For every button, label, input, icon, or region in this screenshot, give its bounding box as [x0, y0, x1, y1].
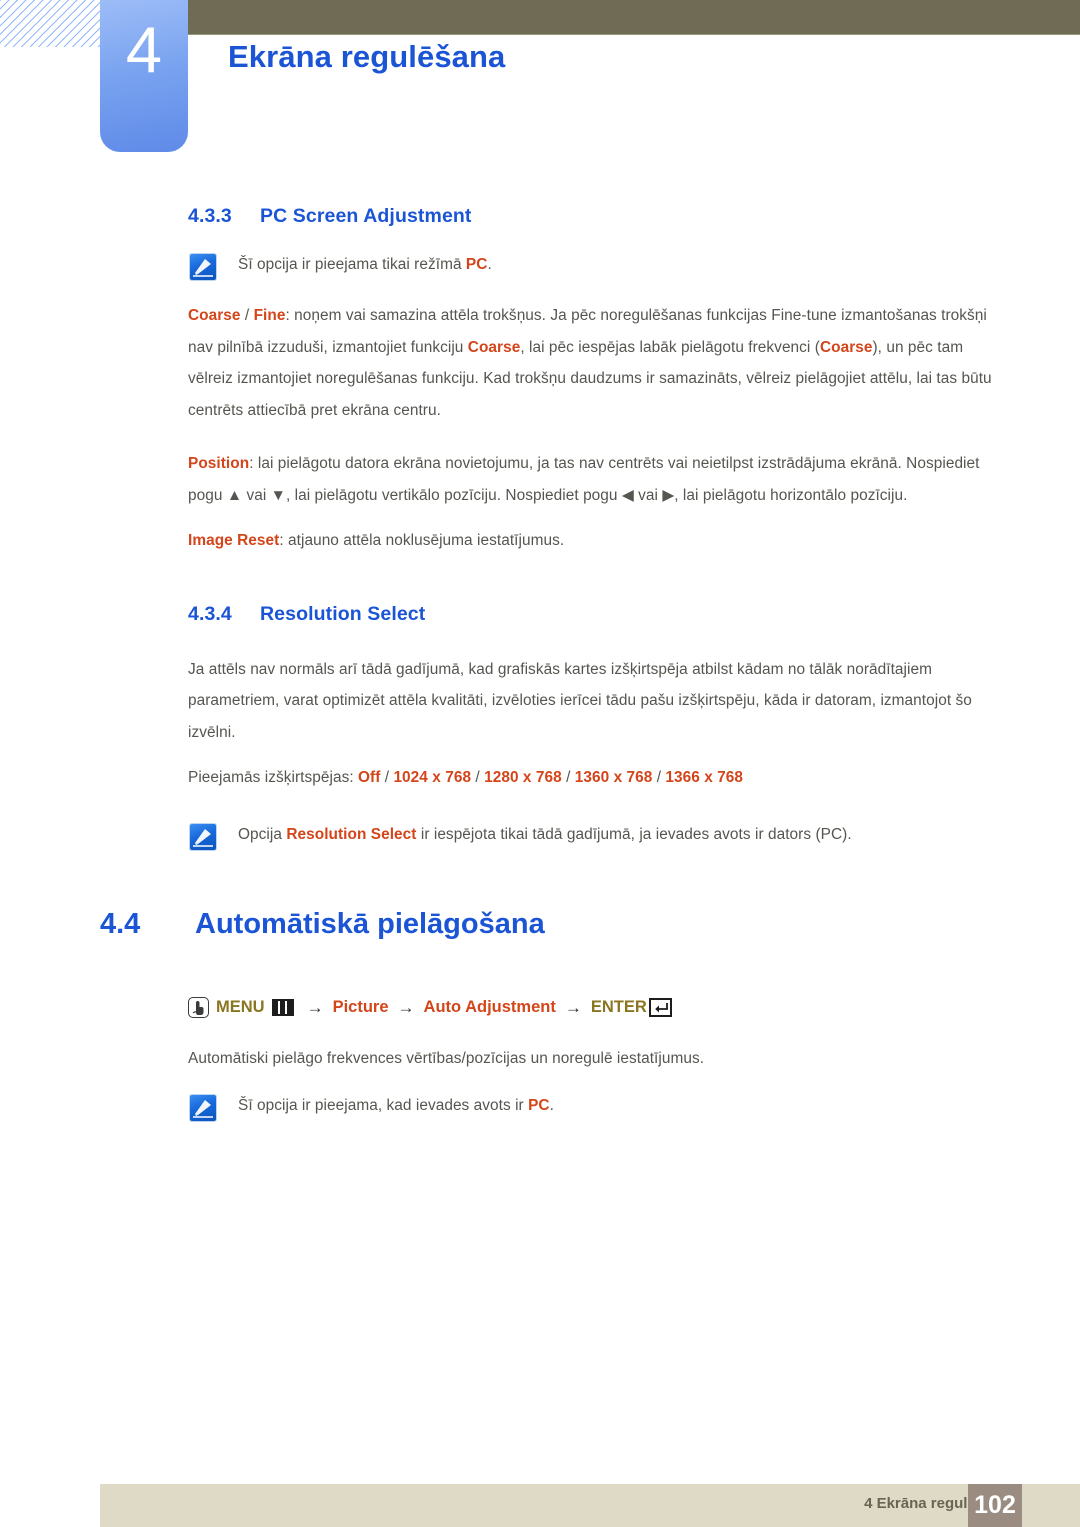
resolution-option: Off	[358, 769, 381, 786]
position-body-5: , lai pielāgotu horizontālo pozīciju.	[674, 486, 908, 504]
resolution-option-separator: /	[561, 769, 575, 786]
note-resolution-select-text: Opcija Resolution Select ir iespējota ti…	[238, 822, 852, 848]
note3-pre: Šī opcija ir pieejama, kad ievades avots…	[238, 1097, 529, 1114]
page-content: 4.3.3 PC Screen Adjustment Šī opcija ir p…	[188, 205, 998, 850]
section-heading-434: 4.3.4 Resolution Select	[188, 603, 998, 626]
note-pc-mode-only: Šī opcija ir pieejama tikai režīmā PC.	[188, 252, 998, 280]
breadcrumb-item-auto-adjustment: Auto Adjustment	[423, 998, 556, 1016]
note2-pre: Opcija	[238, 825, 287, 843]
menu-breadcrumb: MENU → Picture → Auto Adjustment → ENTER	[188, 997, 672, 1018]
section-title-434: Resolution Select	[260, 602, 426, 625]
section-title-433: PC Screen Adjustment	[260, 205, 472, 227]
note3-accent: PC	[528, 1097, 550, 1114]
chapter-number: 4	[125, 13, 163, 86]
auto-adjustment-text: Automātiski pielāgo frekvences vērtības/…	[188, 1050, 705, 1067]
note-pen-icon	[190, 1095, 216, 1121]
coarse-fine-sep: /	[240, 307, 254, 324]
note-pen-icon	[190, 823, 216, 850]
note2-accent: Resolution Select	[286, 825, 417, 843]
resolution-options-label: Pieejamās izšķirtspējas:	[188, 769, 359, 786]
section-number-44: 4.4	[100, 908, 141, 940]
breadcrumb-arrow-3: →	[564, 997, 582, 1017]
note3-post: .	[549, 1097, 554, 1114]
resolution-option: 1366 x 768	[665, 769, 744, 786]
term-fine: Fine	[253, 307, 286, 324]
position-body-3: , lai pielāgotu vertikālo pozīciju. Nosp…	[285, 486, 622, 504]
section-number-434: 4.3.4	[188, 602, 232, 625]
note1-pre: Šī opcija ir pieejama tikai režīmā	[238, 256, 466, 273]
arrow-right-glyph: ▶	[662, 486, 675, 504]
note-pc-mode-only-text: Šī opcija ir pieejama tikai režīmā PC.	[238, 252, 492, 278]
paragraph-resolution-intro: Ja attēls nav normāls arī tādā gadījumā,…	[188, 654, 998, 749]
note1-accent: PC	[465, 256, 488, 273]
paragraph-coarse-fine: Coarse / Fine: noņem vai samazina attēla…	[188, 300, 998, 426]
arrow-up-glyph: ▲	[226, 486, 243, 504]
resolution-option: 1280 x 768	[484, 769, 562, 786]
hand-press-icon	[188, 997, 209, 1018]
enter-key-icon	[648, 998, 672, 1017]
section-heading-44: 4.4 Automātiskā pielāgošana	[100, 908, 545, 941]
resolution-option-separator: /	[471, 769, 485, 786]
resolution-options-list: Off / 1024 x 768 / 1280 x 768 / 1360 x 7…	[358, 769, 743, 786]
note1-post: .	[487, 256, 492, 273]
chapter-title: Ekrāna regulēšana	[228, 39, 506, 74]
term-coarse-3: Coarse	[819, 338, 873, 356]
position-body-4: vai	[633, 486, 663, 504]
resolution-option-separator: /	[652, 769, 666, 786]
breadcrumb-arrow-1: →	[306, 997, 324, 1017]
paragraph-auto-adjustment: Automātiski pielāgo frekvences vērtības/…	[188, 1043, 998, 1075]
resolution-option: 1360 x 768	[574, 769, 653, 786]
note-auto-adjustment-pc: Šī opcija ir pieejama, kad ievades avots…	[188, 1093, 998, 1121]
breadcrumb-menu-label: MENU	[216, 998, 265, 1016]
breadcrumb-item-picture: Picture	[332, 998, 389, 1016]
chapter-tab: 4	[100, 0, 188, 152]
paragraph-resolution-options: Pieejamās izšķirtspējas: Off / 1024 x 76…	[188, 762, 998, 794]
resolution-intro-text: Ja attēls nav normāls arī tādā gadījumā,…	[188, 660, 972, 741]
image-reset-body: : atjauno attēla noklusējuma iestatījumu…	[279, 532, 565, 549]
resolution-option: 1024 x 768	[393, 769, 472, 786]
paragraph-position: Position: lai pielāgotu datora ekrāna no…	[188, 448, 998, 511]
section-heading-433: 4.3.3 PC Screen Adjustment	[188, 205, 998, 228]
term-coarse-2: Coarse	[467, 338, 521, 356]
resolution-option-separator: /	[380, 769, 394, 786]
section-number-433: 4.3.3	[188, 205, 232, 227]
position-body-2: vai	[242, 486, 271, 504]
term-coarse: Coarse	[188, 307, 241, 324]
arrow-left-glyph: ◀	[621, 486, 634, 504]
note-pen-icon	[190, 254, 216, 280]
footer-page-number: 102	[968, 1484, 1022, 1527]
term-image-reset: Image Reset	[188, 532, 280, 549]
note-resolution-select: Opcija Resolution Select ir iespējota ti…	[188, 822, 998, 850]
header-olive-bar	[188, 0, 1080, 35]
note-auto-adjustment-pc-text: Šī opcija ir pieejama, kad ievades avots…	[238, 1093, 554, 1119]
note2-post: ir iespējota tikai tādā gadījumā, ja iev…	[416, 825, 852, 843]
menu-bars-icon	[271, 999, 294, 1016]
coarse-fine-body-2: , lai pēc iespējas labāk pielāgotu frekv…	[520, 338, 820, 356]
decorative-hatch-pattern	[0, 0, 104, 47]
breadcrumb-arrow-2: →	[397, 997, 415, 1017]
breadcrumb-enter-label: ENTER	[590, 998, 647, 1016]
term-position: Position	[188, 455, 250, 472]
arrow-down-glyph: ▼	[270, 486, 286, 504]
paragraph-image-reset: Image Reset: atjauno attēla noklusējuma …	[188, 525, 998, 557]
section-title-44: Automātiskā pielāgošana	[195, 908, 545, 940]
